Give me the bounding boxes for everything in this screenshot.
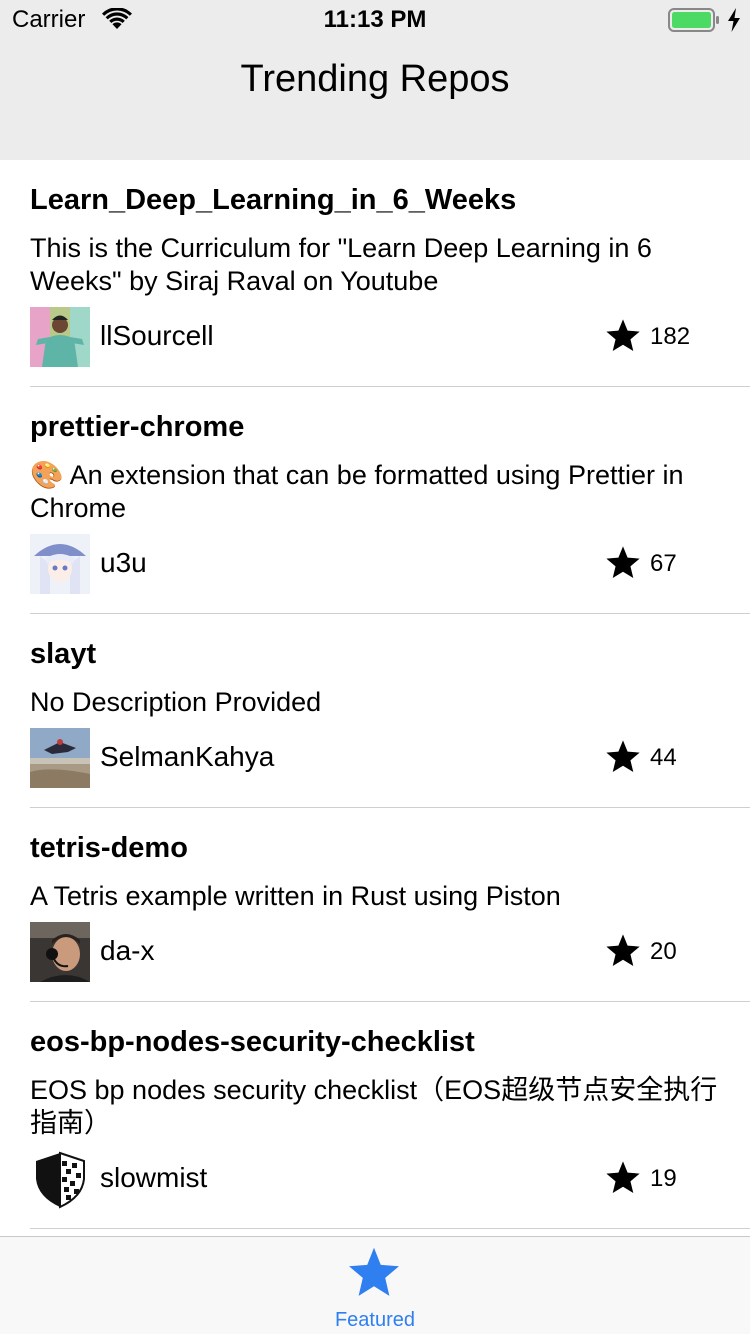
repo-owner-row: SelmanKahya 44 — [30, 728, 720, 788]
repo-list[interactable]: Learn_Deep_Learning_in_6_Weeks This is t… — [0, 160, 750, 1236]
owner-name: da-x — [100, 935, 155, 966]
star-icon — [606, 546, 640, 579]
repo-name: tetris-demo — [30, 832, 188, 864]
tab-bar: Featured — [0, 1236, 750, 1334]
star-count: 19 — [650, 1165, 677, 1192]
repo-owner-row: da-x 20 — [30, 922, 720, 982]
featured-star-icon — [349, 1247, 399, 1296]
owner-name: SelmanKahya — [100, 741, 275, 772]
star-icon — [606, 319, 640, 352]
star-count: 67 — [650, 550, 677, 577]
owner-name: u3u — [100, 547, 147, 578]
repo-row[interactable]: slayt No Description Provided SelmanKahy… — [30, 614, 750, 808]
tab-featured[interactable]: Featured — [300, 1237, 450, 1334]
charging-bolt-icon — [728, 8, 740, 32]
repo-description: 🎨 An extension that can be formatted usi… — [30, 460, 684, 523]
navigation-header: Carrier 11:13 PM Trending Repos — [0, 0, 750, 160]
repo-name: eos-bp-nodes-security-checklist — [30, 1026, 475, 1058]
anime-girl-avatar — [30, 534, 90, 594]
star-icon — [606, 934, 640, 967]
star-count: 20 — [650, 938, 677, 965]
owner-name: slowmist — [100, 1162, 208, 1193]
repo-owner-row: llSourcell 182 — [30, 307, 720, 367]
repo-row[interactable]: eos-bp-nodes-security-checklist EOS bp n… — [30, 1002, 750, 1229]
repo-row[interactable]: tetris-demo A Tetris example written in … — [30, 808, 750, 1002]
status-bar: Carrier 11:13 PM — [0, 0, 750, 40]
repo-owner-row: u3u 67 — [30, 534, 720, 594]
repo-description: EOS bp nodes security checklist（EOS超级节点安… — [30, 1075, 718, 1138]
person-photo-avatar — [30, 307, 90, 367]
clock-time: 11:13 PM — [323, 6, 427, 33]
tab-featured-label: Featured — [334, 1309, 416, 1331]
shield-logo-avatar — [30, 1149, 90, 1209]
repo-name: Learn_Deep_Learning_in_6_Weeks — [30, 184, 517, 216]
repo-description: No Description Provided — [30, 687, 322, 717]
battery-icon — [668, 8, 719, 32]
page-title: Trending Repos — [240, 58, 510, 100]
repo-owner-row: slowmist 19 — [30, 1149, 720, 1209]
repo-row[interactable]: Learn_Deep_Learning_in_6_Weeks This is t… — [30, 160, 750, 387]
person-headset-avatar — [30, 922, 90, 982]
star-icon — [606, 740, 640, 773]
star-count: 44 — [650, 744, 677, 771]
repo-name: prettier-chrome — [30, 411, 245, 443]
app-screen: Carrier 11:13 PM Trending Repos Learn_De… — [0, 0, 750, 1334]
repo-row[interactable]: prettier-chrome 🎨 An extension that can … — [30, 387, 750, 614]
repo-description: A Tetris example written in Rust using P… — [30, 881, 561, 911]
star-icon — [606, 1161, 640, 1194]
star-count: 182 — [650, 323, 691, 350]
repo-name: slayt — [30, 638, 97, 670]
repo-description: This is the Curriculum for "Learn Deep L… — [30, 233, 652, 296]
skydiver-photo-avatar — [30, 728, 90, 788]
owner-name: llSourcell — [100, 320, 214, 351]
